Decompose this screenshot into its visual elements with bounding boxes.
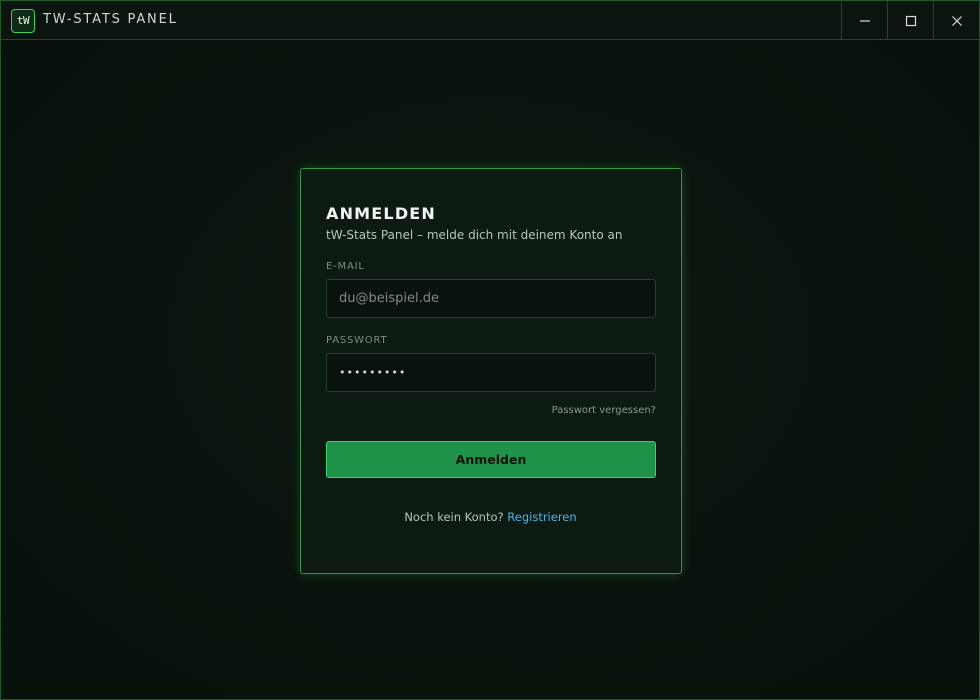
login-card: ANMELDEN tW-Stats Panel – melde dich mit… bbox=[300, 168, 682, 574]
minimize-button[interactable] bbox=[841, 1, 887, 40]
password-field[interactable]: ••••••••• bbox=[326, 353, 656, 392]
minimize-icon bbox=[859, 19, 870, 22]
app-title: TW-STATS PANEL bbox=[43, 12, 178, 27]
password-masked-value: ••••••••• bbox=[339, 366, 407, 379]
forgot-password-link[interactable]: Passwort vergessen? bbox=[552, 405, 656, 416]
password-label: PASSWORT bbox=[326, 335, 388, 346]
email-field[interactable] bbox=[326, 279, 656, 318]
maximize-icon bbox=[905, 15, 916, 26]
app-window: tW TW-STATS PANEL ANMELDEN tW-Stats Pane… bbox=[0, 0, 980, 700]
login-button[interactable]: Anmelden bbox=[326, 441, 656, 478]
register-row: Noch kein Konto? Registrieren bbox=[301, 510, 680, 524]
login-title: ANMELDEN bbox=[326, 204, 437, 223]
app-logo: tW bbox=[11, 9, 35, 33]
no-account-text: Noch kein Konto? bbox=[404, 510, 508, 524]
close-icon bbox=[951, 15, 962, 26]
main-content: ANMELDEN tW-Stats Panel – melde dich mit… bbox=[1, 41, 979, 699]
window-controls bbox=[841, 1, 979, 40]
close-button[interactable] bbox=[933, 1, 979, 40]
email-label: E-MAIL bbox=[326, 261, 365, 272]
maximize-button[interactable] bbox=[887, 1, 933, 40]
title-bar: tW TW-STATS PANEL bbox=[1, 1, 979, 40]
login-subtitle: tW-Stats Panel – melde dich mit deinem K… bbox=[326, 228, 623, 242]
register-link[interactable]: Registrieren bbox=[507, 510, 576, 524]
